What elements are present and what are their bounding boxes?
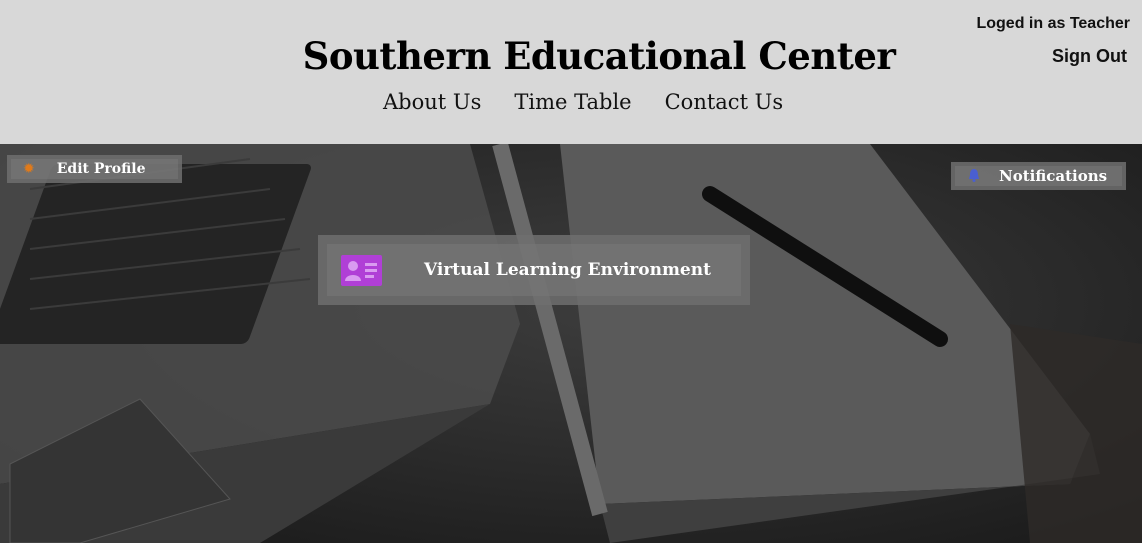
site-header: Southern Educational Center About Us Tim…: [0, 0, 1142, 144]
vle-label: Virtual Learning Environment: [424, 260, 711, 280]
nav-time-table[interactable]: Time Table: [514, 90, 631, 114]
hero-background: [0, 144, 1142, 543]
site-title: Southern Educational Center: [302, 34, 896, 78]
sign-out-button[interactable]: Sign Out: [1052, 46, 1127, 67]
edit-profile-button[interactable]: ✹ Edit Profile: [7, 155, 182, 183]
login-status: Loged in as Teacher: [976, 15, 1130, 32]
main-nav: About Us Time Table Contact Us: [383, 90, 783, 114]
notifications-label: Notifications: [999, 167, 1108, 185]
id-card-icon: [341, 254, 382, 286]
desk-background-image: [0, 144, 1142, 543]
edit-profile-label: Edit Profile: [56, 161, 146, 177]
nav-about-us[interactable]: About Us: [383, 90, 481, 114]
gear-icon: ✹: [23, 161, 35, 177]
virtual-learning-environment-button[interactable]: Virtual Learning Environment: [318, 235, 750, 305]
bell-icon: [967, 167, 981, 186]
notifications-button[interactable]: Notifications: [951, 162, 1126, 190]
nav-contact-us[interactable]: Contact Us: [665, 90, 784, 114]
